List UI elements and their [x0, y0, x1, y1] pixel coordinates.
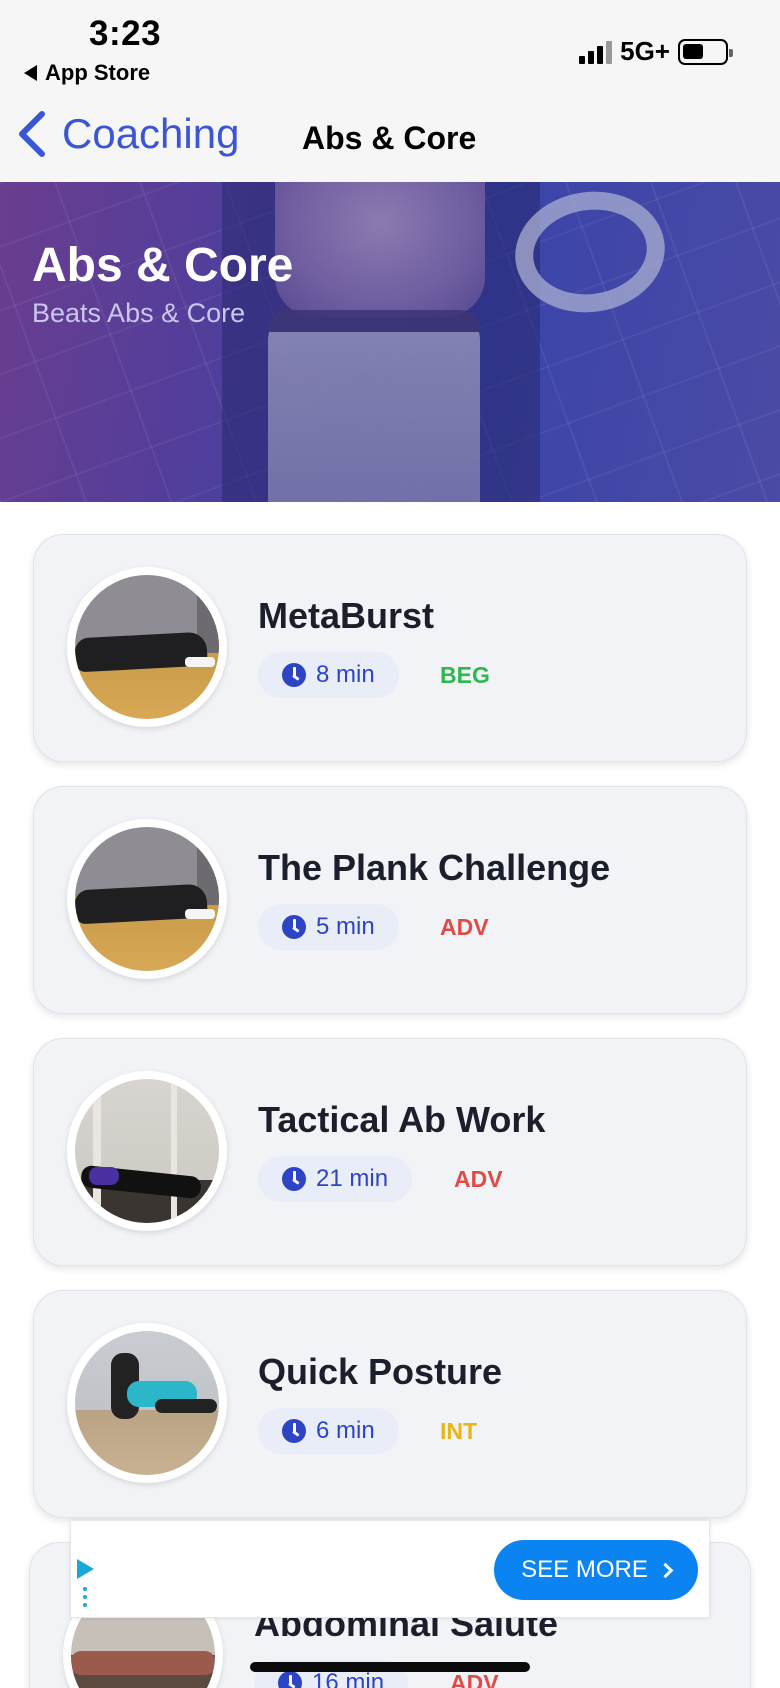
back-button[interactable]: Coaching: [16, 110, 239, 158]
chevron-left-icon: [19, 111, 45, 157]
clock-icon: [282, 663, 306, 687]
duration-text: 5 min: [316, 913, 375, 940]
status-bar: 3:23 App Store 5G+: [0, 0, 780, 92]
see-more-button[interactable]: SEE MORE: [494, 1540, 698, 1600]
status-time: 3:23: [89, 14, 162, 53]
level-badge: ADV: [450, 1670, 499, 1688]
level-badge: BEG: [440, 662, 490, 688]
workout-thumbnail: [67, 567, 227, 727]
page-title: Abs & Core: [302, 120, 477, 156]
workout-thumbnail: [67, 819, 227, 979]
back-app-label: App Store: [45, 60, 151, 85]
duration-pill: 8 min: [258, 652, 399, 698]
home-indicator[interactable]: [250, 1662, 530, 1672]
network-label: 5G+: [620, 36, 670, 66]
back-triangle-icon: [24, 65, 37, 81]
ad-menu-icon[interactable]: [83, 1587, 87, 1607]
workout-card[interactable]: Quick Posture 6 min INT: [33, 1290, 747, 1518]
clock-icon: [282, 1167, 306, 1191]
navigation-bar: Coaching Abs & Core: [0, 92, 780, 182]
hero-torso: [275, 182, 485, 317]
level-badge: ADV: [440, 914, 489, 940]
workout-card[interactable]: The Plank Challenge 5 min ADV: [33, 786, 747, 1014]
chevron-right-icon: [657, 1562, 674, 1578]
clock-icon: [282, 1419, 306, 1443]
battery-icon: [678, 38, 733, 65]
hero-subtitle: Beats Abs & Core: [32, 298, 246, 328]
duration-text: 8 min: [316, 661, 375, 688]
clock-icon: [278, 1671, 302, 1688]
duration-pill: 21 min: [258, 1156, 413, 1202]
workout-card[interactable]: Tactical Ab Work 21 min ADV: [33, 1038, 747, 1266]
ad-choices-icon[interactable]: [77, 1559, 94, 1579]
workout-card[interactable]: MetaBurst 8 min BEG: [33, 534, 747, 762]
ad-banner[interactable]: SEE MORE: [70, 1520, 710, 1618]
workout-title: Quick Posture: [258, 1351, 503, 1392]
duration-pill: 5 min: [258, 904, 399, 950]
workout-thumbnail: [67, 1071, 227, 1231]
level-badge: ADV: [454, 1166, 503, 1192]
see-more-label: SEE MORE: [521, 1556, 648, 1583]
hero-pants: [268, 310, 480, 502]
duration-text: 21 min: [316, 1165, 389, 1192]
workout-title: The Plank Challenge: [258, 847, 611, 888]
duration-text: 6 min: [316, 1417, 375, 1444]
workout-title: Tactical Ab Work: [258, 1099, 546, 1140]
back-button-label: Coaching: [62, 110, 240, 157]
workout-title: MetaBurst: [258, 595, 435, 636]
level-badge: INT: [440, 1418, 478, 1444]
hero-banner: Abs & Core Beats Abs & Core: [0, 182, 780, 502]
workout-thumbnail: [67, 1323, 227, 1483]
status-indicators: 5G+: [579, 36, 733, 67]
hero-title: Abs & Core: [32, 239, 294, 292]
duration-pill: 6 min: [258, 1408, 399, 1454]
back-to-app-store[interactable]: App Store: [24, 60, 150, 86]
signal-icon: [579, 40, 613, 64]
clock-icon: [282, 915, 306, 939]
workout-list: MetaBurst 8 min BEG The Plank Challenge …: [0, 502, 780, 1688]
